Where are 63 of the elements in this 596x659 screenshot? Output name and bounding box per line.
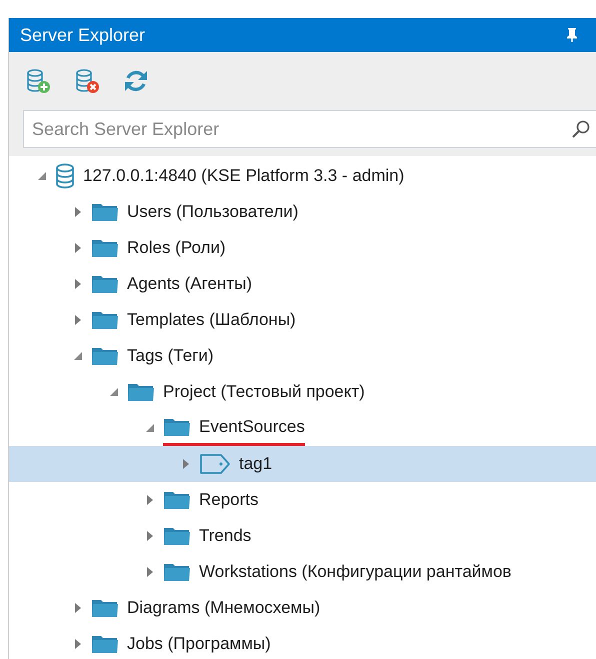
remove-database-icon — [74, 68, 100, 94]
expanded-arrow-icon[interactable] — [73, 351, 83, 361]
tree-item-label: Tags (Теги) — [127, 345, 214, 368]
tree-item-label: Reports — [199, 489, 259, 512]
tree-item[interactable]: tag1 — [9, 446, 596, 482]
folder-icon — [91, 202, 119, 222]
panel-title: Server Explorer — [20, 24, 146, 47]
collapsed-arrow-icon[interactable] — [73, 278, 83, 290]
folder-icon — [91, 346, 119, 366]
tree-item[interactable]: Tags (Теги) — [9, 338, 596, 374]
search-icon — [571, 119, 591, 139]
tree-item[interactable]: Workstations (Конфигурации рантаймов — [9, 554, 596, 590]
folder-icon — [163, 526, 191, 546]
refresh-icon — [123, 68, 149, 94]
tree-item-label: Users (Пользователи) — [127, 201, 298, 224]
tree-item-label: tag1 — [239, 453, 272, 476]
folder-icon — [91, 310, 119, 330]
tree-item-label: Project (Тестовый проект) — [163, 381, 365, 404]
collapsed-arrow-icon[interactable] — [73, 242, 83, 254]
database-icon — [55, 163, 75, 189]
tree-item[interactable]: Agents (Агенты) — [9, 266, 596, 302]
folder-icon — [127, 382, 155, 402]
folder-icon — [91, 634, 119, 654]
folder-icon — [91, 238, 119, 258]
tree-item[interactable]: Trends — [9, 518, 596, 554]
tree-item[interactable]: 127.0.0.1:4840 (KSE Platform 3.3 - admin) — [9, 158, 596, 194]
tree-item-label: Diagrams (Мнемосхемы) — [127, 597, 320, 620]
tree-item[interactable]: Project (Тестовый проект) — [9, 374, 596, 410]
tree-item[interactable]: Diagrams (Мнемосхемы) — [9, 590, 596, 626]
tree-item-label: Templates (Шаблоны) — [127, 309, 296, 332]
tree-item-label: Workstations (Конфигурации рантаймов — [199, 561, 512, 584]
collapsed-arrow-icon[interactable] — [73, 314, 83, 326]
collapsed-arrow-icon[interactable] — [145, 530, 155, 542]
tree-item[interactable]: Templates (Шаблоны) — [9, 302, 596, 338]
tree-item-label: Agents (Агенты) — [127, 273, 252, 296]
collapsed-arrow-icon[interactable] — [73, 602, 83, 614]
tree-item[interactable]: Jobs (Программы) — [9, 626, 596, 659]
search-input[interactable]: Search Server Explorer — [32, 116, 571, 142]
expanded-arrow-icon[interactable] — [145, 423, 155, 433]
collapsed-arrow-icon[interactable] — [145, 494, 155, 506]
collapsed-arrow-icon[interactable] — [73, 638, 83, 650]
tree-item-label: Trends — [199, 525, 252, 548]
collapsed-arrow-icon[interactable] — [181, 458, 191, 470]
tree-item[interactable]: Roles (Роли) — [9, 230, 596, 266]
tree-item-label: Roles (Роли) — [127, 237, 226, 260]
expanded-arrow-icon[interactable] — [37, 171, 47, 181]
add-database-icon — [25, 68, 51, 94]
collapsed-arrow-icon[interactable] — [73, 206, 83, 218]
folder-icon — [163, 562, 191, 582]
tree-item-label: EventSources — [199, 416, 305, 438]
folder-icon — [163, 490, 191, 510]
collapsed-arrow-icon[interactable] — [145, 566, 155, 578]
tag-icon — [199, 453, 231, 475]
expanded-arrow-icon[interactable] — [109, 387, 119, 397]
search-field[interactable]: Search Server Explorer — [23, 110, 596, 148]
tree-item[interactable]: Users (Пользователи) — [9, 194, 596, 230]
pin-icon[interactable] — [566, 27, 578, 43]
tree-item-label: Jobs (Программы) — [127, 633, 271, 656]
folder-icon — [163, 416, 191, 436]
folder-icon — [91, 274, 119, 294]
folder-icon — [91, 598, 119, 618]
tree-item[interactable]: Reports — [9, 482, 596, 518]
tree-item-label: 127.0.0.1:4840 (KSE Platform 3.3 - admin) — [83, 165, 404, 188]
